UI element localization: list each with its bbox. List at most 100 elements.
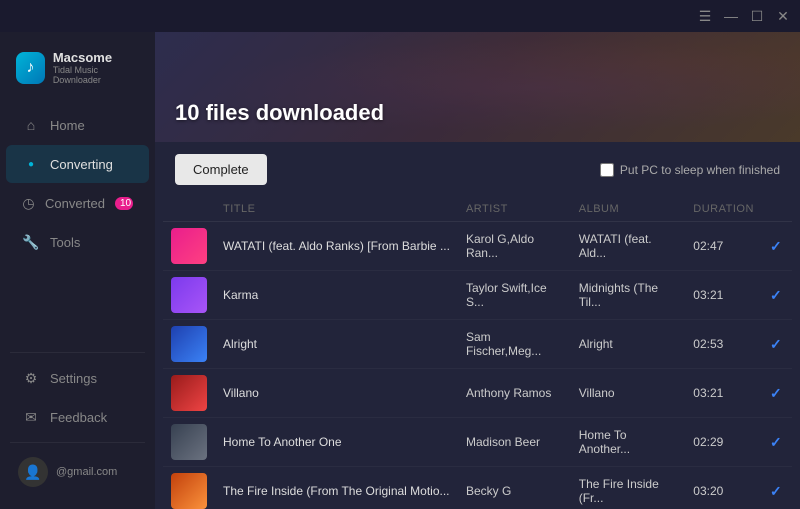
track-album: WATATI (feat. Ald... bbox=[571, 222, 686, 271]
sidebar-item-converted[interactable]: ◷ Converted 10 bbox=[6, 184, 149, 222]
track-duration: 03:21 bbox=[685, 369, 762, 418]
check-icon: ✓ bbox=[770, 385, 782, 401]
sidebar-label-home: Home bbox=[50, 118, 85, 133]
nav-divider bbox=[10, 352, 145, 353]
sleep-label: Put PC to sleep when finished bbox=[620, 163, 780, 177]
sleep-checkbox-area: Put PC to sleep when finished bbox=[600, 163, 780, 177]
sidebar-item-tools[interactable]: 🔧 Tools bbox=[6, 223, 149, 261]
main-content: 10 files downloaded Complete Put PC to s… bbox=[155, 32, 800, 509]
table-header-row: TITLE ARTIST ALBUM DURATION bbox=[163, 197, 792, 222]
track-table-container[interactable]: TITLE ARTIST ALBUM DURATION WATATI (feat… bbox=[155, 197, 800, 509]
track-title: WATATI (feat. Aldo Ranks) [From Barbie .… bbox=[223, 239, 450, 253]
track-status: ✓ bbox=[762, 418, 792, 467]
feedback-icon: ✉ bbox=[22, 408, 40, 426]
track-thumbnail bbox=[171, 326, 207, 362]
check-icon: ✓ bbox=[770, 483, 782, 499]
app-logo-icon: ♪ bbox=[16, 52, 45, 84]
track-thumb-cell bbox=[163, 222, 215, 271]
track-thumb-cell bbox=[163, 369, 215, 418]
hero-banner: 10 files downloaded bbox=[155, 32, 800, 142]
nav-divider-2 bbox=[10, 442, 145, 443]
close-button[interactable]: ✕ bbox=[774, 7, 792, 25]
track-duration: 02:53 bbox=[685, 320, 762, 369]
track-title: Alright bbox=[223, 337, 257, 351]
track-duration: 03:20 bbox=[685, 467, 762, 509]
col-thumb bbox=[163, 197, 215, 222]
track-status: ✓ bbox=[762, 369, 792, 418]
tools-icon: 🔧 bbox=[22, 233, 40, 251]
complete-button[interactable]: Complete bbox=[175, 154, 267, 185]
track-title-cell: Karma bbox=[215, 271, 458, 320]
sidebar-label-settings: Settings bbox=[50, 371, 97, 386]
sidebar-label-tools: Tools bbox=[50, 235, 80, 250]
col-album: ALBUM bbox=[571, 197, 686, 222]
track-title: Karma bbox=[223, 288, 258, 302]
track-title: The Fire Inside (From The Original Motio… bbox=[223, 484, 450, 498]
track-status: ✓ bbox=[762, 222, 792, 271]
sidebar-label-feedback: Feedback bbox=[50, 410, 107, 425]
track-thumb-cell bbox=[163, 418, 215, 467]
sidebar-item-converting[interactable]: ● Converting bbox=[6, 145, 149, 183]
minimize-button[interactable]: — bbox=[722, 7, 740, 25]
track-thumb-cell bbox=[163, 271, 215, 320]
maximize-button[interactable]: ☐ bbox=[748, 7, 766, 25]
col-status bbox=[762, 197, 792, 222]
table-row[interactable]: Karma Taylor Swift,Ice S...Midnights (The… bbox=[163, 271, 792, 320]
table-row[interactable]: WATATI (feat. Aldo Ranks) [From Barbie .… bbox=[163, 222, 792, 271]
sidebar: ♪ Macsome Tidal Music Downloader ⌂ Home … bbox=[0, 32, 155, 509]
sidebar-item-home[interactable]: ⌂ Home bbox=[6, 106, 149, 144]
content-area: Complete Put PC to sleep when finished T… bbox=[155, 142, 800, 509]
track-album: Villano bbox=[571, 369, 686, 418]
menu-button[interactable]: ☰ bbox=[696, 7, 714, 25]
toolbar: Complete Put PC to sleep when finished bbox=[155, 142, 800, 197]
track-album: Home To Another... bbox=[571, 418, 686, 467]
track-thumbnail bbox=[171, 228, 207, 264]
track-title: Villano bbox=[223, 386, 259, 400]
track-title-cell: WATATI (feat. Aldo Ranks) [From Barbie .… bbox=[215, 222, 458, 271]
table-row[interactable]: The Fire Inside (From The Original Motio… bbox=[163, 467, 792, 509]
title-bar: ☰ — ☐ ✕ bbox=[0, 0, 800, 32]
track-thumbnail bbox=[171, 375, 207, 411]
track-thumb-cell bbox=[163, 467, 215, 509]
track-album: Midnights (The Til... bbox=[571, 271, 686, 320]
check-icon: ✓ bbox=[770, 434, 782, 450]
track-artist: Becky G bbox=[458, 467, 571, 509]
track-table: TITLE ARTIST ALBUM DURATION WATATI (feat… bbox=[163, 197, 792, 509]
check-icon: ✓ bbox=[770, 336, 782, 352]
track-thumbnail bbox=[171, 473, 207, 509]
home-icon: ⌂ bbox=[22, 116, 40, 134]
track-status: ✓ bbox=[762, 467, 792, 509]
table-row[interactable]: AlrightSam Fischer,Meg...Alright02:53✓ bbox=[163, 320, 792, 369]
check-icon: ✓ bbox=[770, 238, 782, 254]
track-duration: 02:47 bbox=[685, 222, 762, 271]
track-artist: Taylor Swift,Ice S... bbox=[458, 271, 571, 320]
app-sub: Tidal Music Downloader bbox=[53, 65, 139, 85]
sleep-checkbox[interactable] bbox=[600, 163, 614, 177]
settings-icon: ⚙ bbox=[22, 369, 40, 387]
col-title: TITLE bbox=[215, 197, 458, 222]
converting-icon: ● bbox=[22, 155, 40, 173]
track-thumb-cell bbox=[163, 320, 215, 369]
sidebar-item-settings[interactable]: ⚙ Settings bbox=[6, 359, 149, 397]
app-logo-text: Macsome Tidal Music Downloader bbox=[53, 50, 139, 85]
user-email: @gmail.com bbox=[56, 466, 117, 478]
window-controls: ☰ — ☐ ✕ bbox=[696, 7, 792, 25]
app-name: Macsome bbox=[53, 50, 139, 65]
sidebar-item-feedback[interactable]: ✉ Feedback bbox=[6, 398, 149, 436]
track-thumbnail bbox=[171, 277, 207, 313]
track-duration: 02:29 bbox=[685, 418, 762, 467]
track-title-cell: Home To Another One bbox=[215, 418, 458, 467]
table-row[interactable]: VillanoAnthony RamosVillano03:21✓ bbox=[163, 369, 792, 418]
track-title-cell: Villano bbox=[215, 369, 458, 418]
converted-badge: 10 bbox=[115, 197, 133, 210]
app-body: ♪ Macsome Tidal Music Downloader ⌂ Home … bbox=[0, 32, 800, 509]
track-status: ✓ bbox=[762, 271, 792, 320]
track-artist: Karol G,Aldo Ran... bbox=[458, 222, 571, 271]
user-info[interactable]: 👤 @gmail.com bbox=[6, 449, 149, 495]
track-album: Alright bbox=[571, 320, 686, 369]
track-duration: 03:21 bbox=[685, 271, 762, 320]
track-title-cell: Alright bbox=[215, 320, 458, 369]
sidebar-label-converting: Converting bbox=[50, 157, 113, 172]
table-row[interactable]: Home To Another OneMadison BeerHome To A… bbox=[163, 418, 792, 467]
converted-icon: ◷ bbox=[22, 194, 35, 212]
